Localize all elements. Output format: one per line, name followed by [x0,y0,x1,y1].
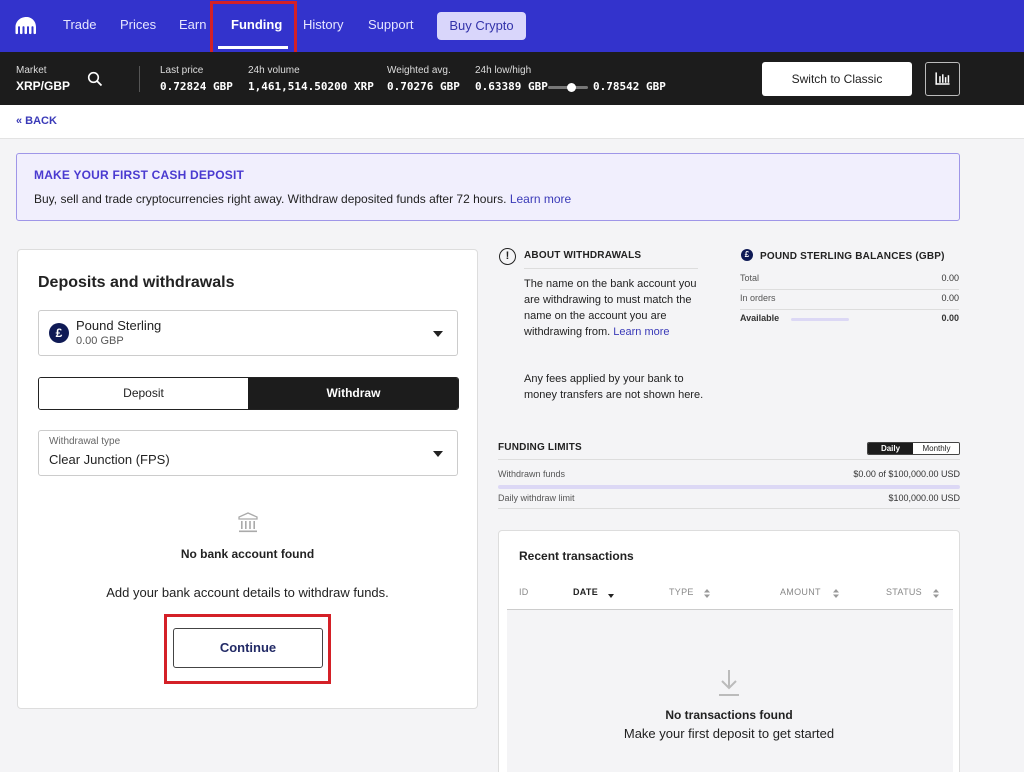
balance-row-in-orders: In orders 0.00 [740,290,959,310]
deposit-withdraw-toggle: Deposit Withdraw [38,377,459,410]
withdrawn-funds-bar [498,485,960,489]
limits-period-toggle: Daily Monthly [867,442,960,455]
about-withdrawals-title: ABOUT WITHDRAWALS [524,250,642,261]
about-divider [524,268,698,269]
sort-icon [833,589,839,598]
column-id[interactable]: ID [519,587,529,597]
currency-balance: 0.00 GBP [76,335,124,347]
chevron-down-icon [433,451,443,457]
pound-icon: £ [741,249,753,261]
withdrawal-type-label: Withdrawal type [49,436,121,447]
balance-row-total: Total 0.00 [740,270,959,290]
funding-limits-divider [498,459,960,460]
tab-withdraw[interactable]: Withdraw [248,378,458,409]
chevron-down-icon [433,331,443,337]
toggle-daily[interactable]: Daily [868,443,913,454]
column-status[interactable]: STATUS [886,587,922,597]
daily-limit-label: Daily withdraw limit [498,493,575,503]
back-row: « BACK [0,105,1024,139]
nav-earn[interactable]: Earn [179,0,206,52]
info-icon: ! [499,248,516,265]
funding-limits-divider [498,508,960,509]
back-link[interactable]: « BACK [16,115,57,127]
high-value: 0.78542 GBP [593,80,666,93]
sort-desc-icon [608,594,614,598]
about-paragraph-1-text: The name on the bank account you are wit… [524,278,697,338]
volume-label: 24h volume [248,65,300,76]
nav-history[interactable]: History [303,0,343,52]
bank-icon [238,512,258,533]
banner-title: MAKE YOUR FIRST CASH DEPOSIT [34,168,245,182]
weighted-avg-value: 0.70276 GBP [387,80,460,93]
no-bank-text: Add your bank account details to withdra… [106,585,389,600]
toggle-monthly[interactable]: Monthly [913,443,959,454]
withdrawn-funds-value: $0.00 of $100,000.00 USD [853,469,960,479]
currency-select[interactable]: £ Pound Sterling 0.00 GBP [38,310,458,356]
balances-title: POUND STERLING BALANCES (GBP) [760,251,945,262]
kraken-logo-icon[interactable] [14,15,38,37]
balance-label: Available [740,313,780,323]
column-type[interactable]: TYPE [669,587,694,597]
continue-highlight-box [164,614,331,684]
low-value: 0.63389 GBP [475,80,548,93]
balance-row-available: Available 0.00 [740,310,959,330]
balance-label: In orders [740,293,776,303]
withdrawal-type-value: Clear Junction (FPS) [49,452,170,467]
lowhigh-label: 24h low/high [475,65,532,76]
column-date[interactable]: DATE [573,587,598,597]
market-label: Market [16,65,47,76]
bar-chart-icon [935,72,950,85]
nav-trade[interactable]: Trade [63,0,96,52]
balance-value: 0.00 [941,273,959,283]
first-deposit-banner: MAKE YOUR FIRST CASH DEPOSIT Buy, sell a… [16,153,960,221]
market-selector[interactable]: XRP/GBP [16,79,70,93]
lowhigh-range-knob [567,83,576,92]
tab-deposit[interactable]: Deposit [39,378,248,409]
recent-transactions-card: Recent transactions ID DATE TYPE AMOUNT … [498,530,960,772]
balance-value: 0.00 [941,313,959,323]
no-transactions-title: No transactions found [665,708,793,722]
search-icon[interactable] [87,71,103,87]
funding-highlight-box [210,1,297,59]
ticker-divider [139,66,140,92]
nav-prices[interactable]: Prices [120,0,156,52]
nav-support[interactable]: Support [368,0,414,52]
sort-icon [933,589,939,598]
available-bar [791,318,849,321]
funding-limits-title: FUNDING LIMITS [498,442,582,453]
currency-name: Pound Sterling [76,318,162,333]
download-icon [719,670,739,696]
withdrawal-type-select[interactable]: Withdrawal type Clear Junction (FPS) [38,430,458,476]
card-title: Deposits and withdrawals [38,274,235,291]
daily-limit-value: $100,000.00 USD [888,493,960,503]
last-price-label: Last price [160,65,204,76]
about-paragraph-1: The name on the bank account you are wit… [524,276,704,340]
sort-icon [704,589,710,598]
switch-to-classic-button[interactable]: Switch to Classic [762,62,912,96]
top-nav: Trade Prices Earn Funding History Suppor… [0,0,1024,52]
chart-button[interactable] [925,62,960,96]
no-bank-title: No bank account found [180,547,315,561]
banner-learn-more-link[interactable]: Learn more [510,192,571,206]
withdrawn-funds-label: Withdrawn funds [498,469,566,479]
about-paragraph-2: Any fees applied by your bank to money t… [524,373,704,401]
balance-label: Total [740,273,760,283]
banner-text: Buy, sell and trade cryptocurrencies rig… [34,192,571,206]
weighted-avg-label: Weighted avg. [387,65,451,76]
transactions-title: Recent transactions [519,549,634,563]
volume-value: 1,461,514.50200 XRP [248,80,374,93]
about-learn-more-link[interactable]: Learn more [613,326,669,338]
column-amount[interactable]: AMOUNT [780,587,821,597]
banner-text-body: Buy, sell and trade cryptocurrencies rig… [34,192,507,206]
last-price-value: 0.72824 GBP [160,80,233,93]
pound-icon: £ [49,323,69,343]
no-transactions-text: Make your first deposit to get started [623,726,835,741]
balance-value: 0.00 [941,293,959,303]
buy-crypto-button[interactable]: Buy Crypto [437,12,526,40]
